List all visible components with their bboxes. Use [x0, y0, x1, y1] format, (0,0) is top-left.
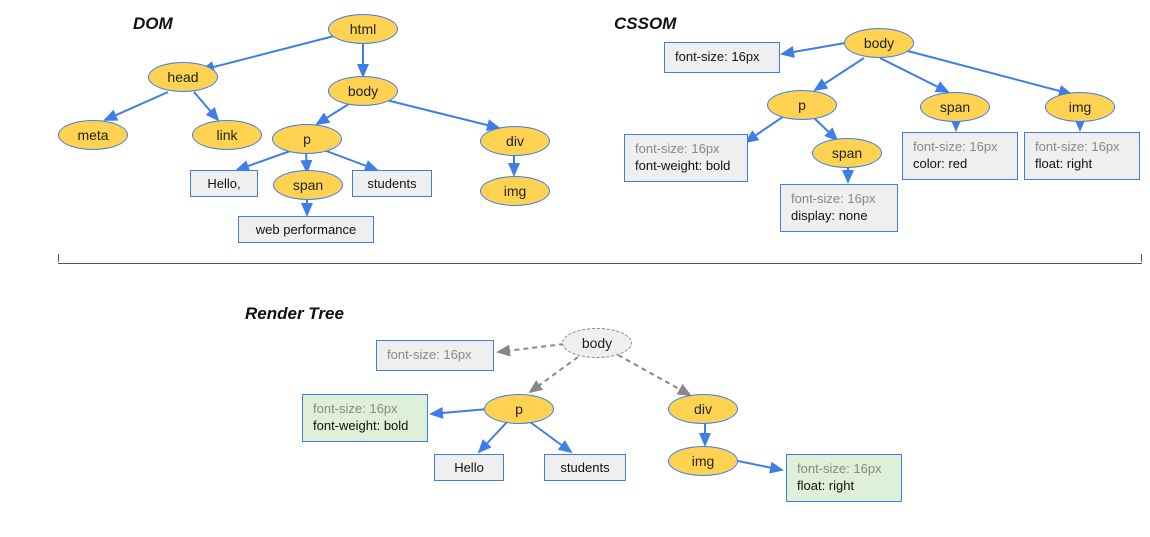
render-text-hello: Hello [434, 454, 504, 481]
bracket-combine [58, 262, 1142, 264]
render-div: div [668, 394, 738, 424]
cssom-spanchild-style: font-size: 16pxdisplay: none [780, 184, 898, 232]
cssom-body-style: font-size: 16px [664, 42, 780, 73]
dom-img: img [480, 176, 550, 206]
render-p-style: font-size: 16pxfont-weight: bold [302, 394, 428, 442]
dom-div: div [480, 126, 550, 156]
dom-body: body [328, 76, 398, 106]
cssom-body: body [844, 28, 914, 58]
heading-cssom: CSSOM [614, 14, 676, 34]
dom-text-students: students [352, 170, 432, 197]
render-p: p [484, 394, 554, 424]
cssom-p: p [767, 90, 837, 120]
render-img: img [668, 446, 738, 476]
cssom-img-style: font-size: 16pxfloat: right [1024, 132, 1140, 180]
dom-text-hello: Hello, [190, 170, 258, 197]
dom-meta: meta [58, 120, 128, 150]
cssom-span: span [920, 92, 990, 122]
dom-text-webperf: web performance [238, 216, 374, 243]
heading-render: Render Tree [245, 304, 344, 324]
dom-link: link [192, 120, 262, 150]
render-img-style: font-size: 16pxfloat: right [786, 454, 902, 502]
dom-head: head [148, 62, 218, 92]
cssom-p-style: font-size: 16pxfont-weight: bold [624, 134, 748, 182]
dom-html: html [328, 14, 398, 44]
render-body-style: font-size: 16px [376, 340, 494, 371]
render-text-students: students [544, 454, 626, 481]
render-body: body [562, 328, 632, 358]
cssom-span-style: font-size: 16pxcolor: red [902, 132, 1018, 180]
dom-span: span [273, 170, 343, 200]
heading-dom: DOM [133, 14, 173, 34]
dom-p: p [272, 124, 342, 154]
cssom-span-child: span [812, 138, 882, 168]
cssom-img: img [1045, 92, 1115, 122]
